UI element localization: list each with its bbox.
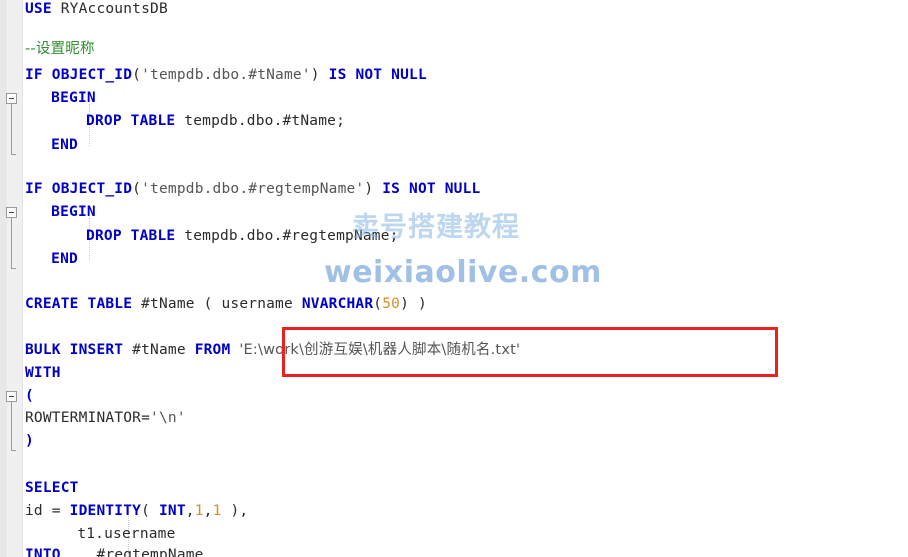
code-line: SELECT [25, 481, 79, 496]
code-token-kw: DROP TABLE [86, 228, 176, 244]
code-token-kw: USE [25, 1, 52, 17]
code-token-plain: RYAccountsDB [51, 1, 168, 17]
code-token-plain: ( [132, 181, 142, 197]
fold-connector-foot [11, 268, 16, 269]
code-token-kw: SELECT [25, 480, 79, 496]
code-token-kw: END [51, 251, 78, 267]
code-token-kw: IS NOT NULL [373, 181, 481, 197]
code-line: DROP TABLE tempdb.dbo.#tName; [86, 114, 345, 129]
fold-connector-line [11, 402, 12, 450]
collapse-minus-icon[interactable] [6, 207, 17, 218]
code-token-plain: ) ) [400, 296, 427, 312]
code-token-str: 'tempdb.dbo.#tName' [141, 67, 311, 83]
code-area[interactable]: USE RYAccountsDB --设置昵称 IF OBJECT_ID('temp… [23, 0, 908, 557]
code-token-num: 1 [194, 503, 204, 519]
fold-connector-foot [11, 154, 16, 155]
code-line: END [51, 138, 78, 153]
code-line: USE RYAccountsDB [25, 2, 168, 17]
sql-editor-screenshot: USE RYAccountsDB --设置昵称 IF OBJECT_ID('temp… [0, 0, 908, 557]
code-token-kw: CREATE TABLE [25, 296, 133, 312]
code-token-num: 50 [382, 296, 401, 312]
collapse-minus-icon[interactable] [6, 93, 17, 104]
code-token-kw: DROP TABLE [86, 113, 176, 129]
code-line: BEGIN [51, 205, 96, 220]
code-token-plain: #tName ( username [132, 296, 302, 312]
code-token-plain: #regtempName [60, 547, 204, 557]
code-token-str: 'E:\work\创游互娱\机器人脚本\随机名.txt' [239, 342, 521, 358]
code-token-kw: INTO [25, 547, 61, 557]
gutter-strip [0, 0, 7, 557]
code-line: IF OBJECT_ID('tempdb.dbo.#regtempName') … [25, 182, 480, 197]
code-line: ROWTERMINATOR='\n' [25, 411, 186, 426]
code-token-plain: ( [373, 296, 383, 312]
code-token-kw: IS NOT NULL [319, 67, 427, 83]
code-line: BEGIN [51, 91, 96, 106]
code-line: id = IDENTITY( INT,1,1 ), [25, 504, 248, 519]
code-token-plain: ( [141, 503, 159, 519]
code-token-plain: ( [132, 67, 142, 83]
code-token-plain: tempdb.dbo.#tName; [175, 113, 346, 129]
code-line: t1.username [77, 527, 175, 542]
code-token-kw: ( [25, 388, 34, 404]
code-token-kw: NVARCHAR [301, 296, 374, 312]
code-token-plain: #tName [123, 342, 195, 358]
code-token-plain: ), [221, 503, 249, 519]
code-token-kw: WITH [25, 365, 61, 381]
code-token-str: 'tempdb.dbo.#regtempName' [141, 181, 365, 197]
code-token-kw: BEGIN [51, 204, 96, 220]
fold-connector-foot [11, 450, 16, 451]
code-token-plain: tempdb.dbo.#regtempName; [175, 228, 399, 244]
fold-connector-line [11, 218, 12, 268]
code-token-plain: ) [364, 181, 374, 197]
code-token-plain: ROWTERMINATOR [25, 410, 142, 426]
code-token-plain: , [203, 503, 213, 519]
code-token-kw: FROM [194, 342, 231, 358]
code-token-kw: IDENTITY [69, 503, 142, 519]
code-line: DROP TABLE tempdb.dbo.#regtempName; [86, 229, 399, 244]
fold-connector-line [11, 104, 12, 154]
code-line: END [51, 252, 78, 267]
code-line: ) [25, 434, 34, 449]
code-token-kw: END [51, 137, 78, 153]
code-token-kw: BEGIN [51, 90, 96, 106]
code-token-kw: BULK INSERT [25, 342, 124, 358]
code-line: --设置昵称 [25, 42, 95, 57]
code-line: IF OBJECT_ID('tempdb.dbo.#tName') IS NOT… [25, 68, 427, 83]
code-token-plain: t1.username [77, 526, 176, 542]
code-token-plain: , [185, 503, 195, 519]
code-token-num: 1 [212, 503, 222, 519]
collapse-minus-icon[interactable] [6, 391, 17, 402]
code-token-cmt: --设置昵称 [25, 41, 95, 57]
code-token-kw: ) [25, 433, 34, 449]
code-token-plain: = [141, 410, 151, 426]
code-token-plain: id = [25, 503, 70, 519]
code-token-kw: IF OBJECT_ID [25, 67, 133, 83]
editor-gutter [0, 0, 23, 557]
code-token-kw: IF OBJECT_ID [25, 181, 133, 197]
code-line: INTO #regtempName [25, 548, 204, 557]
code-line: ( [25, 389, 34, 404]
code-token-kw: INT [158, 503, 186, 519]
code-line: CREATE TABLE #tName ( username NVARCHAR(… [25, 297, 427, 312]
code-token-str: '\n' [150, 410, 186, 426]
code-token-plain: ) [310, 67, 320, 83]
code-line: WITH [25, 366, 61, 381]
code-line: BULK INSERT #tName FROM 'E:\work\创游互娱\机器… [25, 343, 520, 358]
